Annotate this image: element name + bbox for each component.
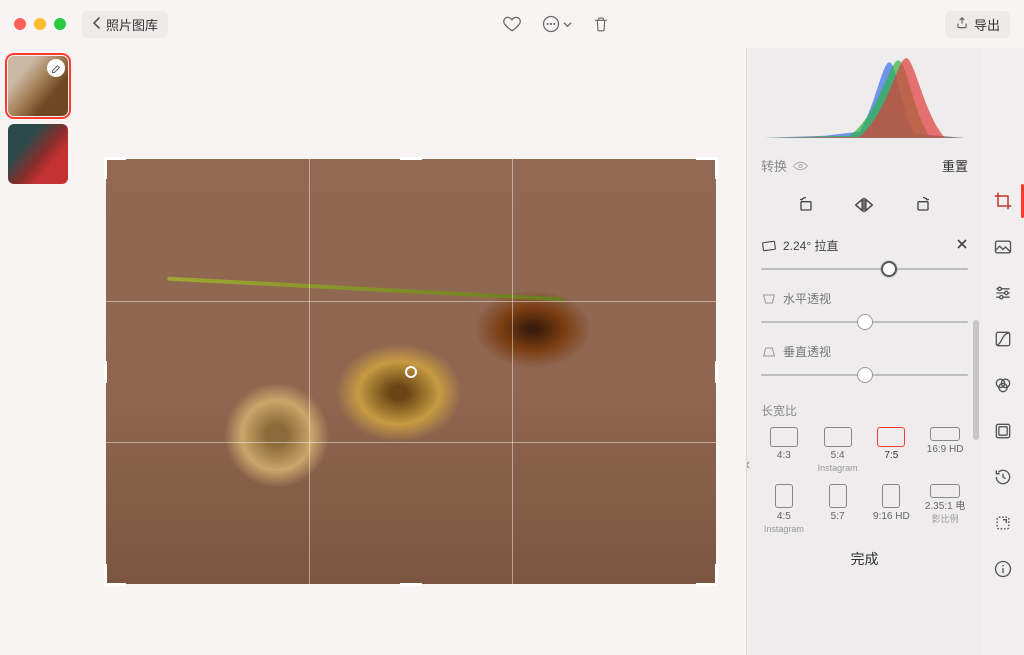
aspect-option-5-7[interactable]: 5:7 xyxy=(813,484,863,535)
export-tool-button[interactable] xyxy=(990,510,1016,536)
crop-handle-top-right[interactable] xyxy=(696,157,718,179)
aspect-option-4-3[interactable]: 4:3 xyxy=(759,427,809,474)
crop-center-icon xyxy=(405,366,417,378)
crop-handle-right[interactable] xyxy=(715,361,718,383)
crop-grid-line xyxy=(106,301,716,302)
visibility-icon xyxy=(793,160,808,172)
vignette-tool-button[interactable] xyxy=(990,418,1016,444)
aspect-label: 9:16 HD xyxy=(873,511,910,522)
back-label: 照片图库 xyxy=(106,15,158,34)
straighten-reset-button[interactable] xyxy=(956,238,968,253)
v-perspective-label: 垂直透视 xyxy=(783,343,831,360)
aspect-option-16-9-HD[interactable]: 16:9 HD xyxy=(920,427,970,474)
done-button[interactable]: 完成 xyxy=(851,551,879,567)
v-perspective-icon xyxy=(761,345,777,359)
aspect-option-7-5[interactable]: 7:5 xyxy=(867,427,917,474)
back-to-library-button[interactable]: 照片图库 xyxy=(82,11,168,38)
favorite-button[interactable] xyxy=(501,13,523,35)
v-perspective-slider[interactable] xyxy=(761,362,968,388)
photo-canvas[interactable] xyxy=(75,48,746,655)
panel-title: 转换 xyxy=(761,156,808,175)
crop-handle-bottom[interactable] xyxy=(400,583,422,586)
edit-badge-icon xyxy=(47,59,65,77)
curves-tool-button[interactable] xyxy=(990,326,1016,352)
h-perspective-label: 水平透视 xyxy=(783,290,831,307)
more-menu-button[interactable] xyxy=(541,13,572,35)
export-icon xyxy=(955,16,969,33)
export-button[interactable]: 导出 xyxy=(945,11,1010,38)
crop-handle-bottom-right[interactable] xyxy=(696,564,718,586)
aspect-sublabel: Instagram xyxy=(818,464,858,474)
aspect-ratio-label: 长宽比 xyxy=(759,402,970,419)
straighten-slider[interactable] xyxy=(761,256,968,282)
edit-panel: 转换 重置 xyxy=(746,48,982,655)
crop-handle-bottom-left[interactable] xyxy=(104,564,126,586)
crop-grid-line xyxy=(106,442,716,443)
straighten-value: 2.24° xyxy=(783,239,811,253)
rotate-controls xyxy=(747,181,982,235)
delete-button[interactable] xyxy=(590,13,612,35)
crop-tool-button[interactable] xyxy=(990,188,1016,214)
aspect-label: 7:5 xyxy=(884,450,898,461)
aspect-label: 2.35:1 电 xyxy=(925,501,966,512)
h-perspective-icon xyxy=(761,292,777,306)
aspect-label: 4:3 xyxy=(777,450,791,461)
panel-scrollbar[interactable] xyxy=(973,320,979,595)
aspect-prev-button[interactable]: ‹ xyxy=(747,456,750,474)
flip-horizontal-button[interactable] xyxy=(852,193,876,217)
window-controls xyxy=(14,18,66,30)
chevron-left-icon xyxy=(92,17,102,32)
aspect-label: 5:7 xyxy=(831,511,845,522)
color-tool-button[interactable] xyxy=(990,372,1016,398)
reset-button[interactable]: 重置 xyxy=(942,156,968,175)
aspect-sublabel: Instagram xyxy=(764,525,804,535)
straighten-label: 拉直 xyxy=(815,239,839,253)
close-window-button[interactable] xyxy=(14,18,26,30)
history-tool-button[interactable] xyxy=(990,464,1016,490)
crop-handle-left[interactable] xyxy=(104,361,107,383)
aspect-label: 4:5 xyxy=(777,511,791,522)
filmstrip xyxy=(0,48,75,655)
aspect-option-9-16-HD[interactable]: 9:16 HD xyxy=(867,484,917,535)
crop-frame[interactable] xyxy=(106,159,716,584)
image-tool-button[interactable] xyxy=(990,234,1016,260)
export-label: 导出 xyxy=(974,15,1000,34)
aspect-option-4-5[interactable]: 4:5 Instagram xyxy=(759,484,809,535)
info-tool-button[interactable] xyxy=(990,556,1016,582)
crop-handle-top-left[interactable] xyxy=(104,157,126,179)
aspect-option-5-4[interactable]: 5:4 Instagram xyxy=(813,427,863,474)
thumbnail-1[interactable] xyxy=(8,56,68,116)
aspect-option-2.35-1-电[interactable]: 2.35:1 电影比例 xyxy=(920,484,970,535)
aspect-label: 5:4 xyxy=(831,450,845,461)
adjust-tool-button[interactable] xyxy=(990,280,1016,306)
crop-handle-top[interactable] xyxy=(400,157,422,160)
crop-grid-line xyxy=(512,159,513,584)
chevron-down-icon xyxy=(563,20,572,29)
straighten-icon xyxy=(761,239,777,253)
rotate-right-button[interactable] xyxy=(911,193,935,217)
aspect-sublabel: 影比例 xyxy=(932,515,959,525)
thumbnail-2[interactable] xyxy=(8,124,68,184)
histogram xyxy=(747,48,982,140)
crop-grid-line xyxy=(309,159,310,584)
h-perspective-slider[interactable] xyxy=(761,309,968,335)
minimize-window-button[interactable] xyxy=(34,18,46,30)
fullscreen-window-button[interactable] xyxy=(54,18,66,30)
aspect-label: 16:9 HD xyxy=(927,444,964,455)
tool-rail xyxy=(982,48,1024,655)
toolbar: 照片图库 导出 xyxy=(0,0,1024,48)
rotate-left-button[interactable] xyxy=(794,193,818,217)
